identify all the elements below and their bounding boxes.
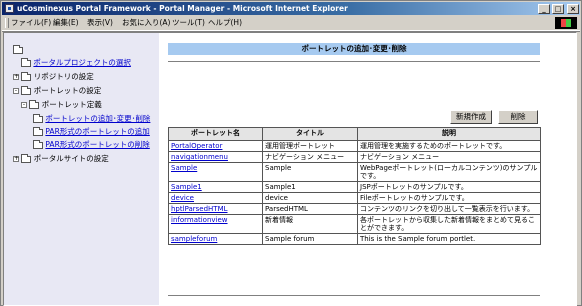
table-header-row: ポートレット名 タイトル 説明 <box>168 127 541 141</box>
folder-icon <box>33 126 43 136</box>
sidebar-item-portal-project[interactable]: ポータルプロジェクトの選択 <box>21 57 131 68</box>
table-cell: This is the Sample forum portlet. <box>357 233 541 245</box>
table-row: Sample1 Sample1 JSPポートレットのサンプルです。 <box>168 181 541 193</box>
portlet-link[interactable]: sampleforum <box>171 235 217 243</box>
sidebar-item-portlet-definition[interactable]: - ポートレット定義 <box>21 99 102 110</box>
portlet-link[interactable]: navigationmenu <box>171 153 228 161</box>
sidebar-item-label: ポートレットの設定 <box>33 86 102 95</box>
divider <box>168 61 540 62</box>
column-header-title: タイトル <box>262 127 358 141</box>
menu-bar: ファイル(F) 編集(E) 表示(V) お気に入り(A) ツール(T) ヘルプ(… <box>2 16 580 31</box>
new-button[interactable]: 新規作成 <box>450 110 492 124</box>
sidebar: ポータルプロジェクトの選択 + リポジトリの設定 - ポートレットの設定 - ポ… <box>4 33 159 305</box>
folder-icon <box>29 99 40 109</box>
browser-window: uCosminexus Portal Framework - Portal Ma… <box>0 0 582 306</box>
table-cell: device <box>168 192 263 204</box>
portlet-link[interactable]: PortalOperator <box>171 142 222 150</box>
folder-icon <box>13 44 23 54</box>
expand-icon[interactable]: + <box>13 74 19 80</box>
table-cell: PortalOperator <box>168 140 263 152</box>
table-cell: navigationmenu <box>168 151 263 163</box>
sidebar-item-label[interactable]: ポートレットの追加･変更･削除 <box>45 114 150 123</box>
sidebar-item-label: ポートレット定義 <box>41 100 102 109</box>
portlet-link[interactable]: Sample1 <box>171 183 202 191</box>
table-cell: ナビゲーション メニュー <box>357 151 541 163</box>
table-row: informationview 新着情報 各ポートレットから収集した新着情報をま… <box>168 214 541 234</box>
sidebar-item-portlet-settings[interactable]: - ポートレットの設定 <box>13 85 101 96</box>
table-row: sampleforum Sample forum This is the Sam… <box>168 233 541 245</box>
divider <box>168 295 540 296</box>
table-cell: コンテンツのリンクを切り出して一覧表示を行います。 <box>357 203 541 215</box>
table-cell: ナビゲーション メニュー <box>262 151 358 163</box>
collapse-icon[interactable]: - <box>13 88 19 94</box>
menu-view[interactable]: 表示(V) <box>87 17 113 29</box>
table-cell: Fileポートレットのサンプルです。 <box>357 192 541 204</box>
menu-file[interactable]: ファイル(F) <box>11 17 51 29</box>
portlet-link[interactable]: Sample <box>171 164 197 172</box>
table-cell: Sample forum <box>262 233 358 245</box>
table-cell: 運用管理ポートレット <box>262 140 358 152</box>
table-cell: Sample <box>168 162 263 182</box>
table-row: navigationmenu ナビゲーション メニュー ナビゲーション メニュー <box>168 151 541 163</box>
expand-icon[interactable]: + <box>13 156 19 162</box>
sidebar-item-label[interactable]: PAR形式のポートレットの削除 <box>45 140 149 149</box>
table-row: PortalOperator 運用管理ポートレット 運用管理を実施するためのポー… <box>168 140 541 152</box>
sidebar-item-label: リポジトリの設定 <box>33 72 94 81</box>
table-cell: informationview <box>168 214 263 234</box>
page-title: ポートレットの追加･変更･削除 <box>168 43 540 55</box>
portlet-link[interactable]: informationview <box>171 216 228 224</box>
sidebar-item-par-add[interactable]: PAR形式のポートレットの追加 <box>33 126 150 137</box>
menu-edit[interactable]: 編集(E) <box>53 17 79 29</box>
maximize-button[interactable]: □ <box>552 4 564 14</box>
table-cell: device <box>262 192 358 204</box>
sidebar-item-label[interactable]: PAR形式のポートレットの追加 <box>45 127 149 136</box>
table-row: hptlParsedHTML ParsedHTML コンテンツのリンクを切り出し… <box>168 203 541 215</box>
sidebar-item-portal-site[interactable]: + ポータルサイトの設定 <box>13 153 109 164</box>
table-cell: WebPageポートレット(ローカルコンテンツ)のサンプルです。 <box>357 162 541 182</box>
minimize-button[interactable]: _ <box>538 4 550 14</box>
table-cell: Sample <box>262 162 358 182</box>
table-cell: JSPポートレットのサンプルです。 <box>357 181 541 193</box>
portlet-link[interactable]: hptlParsedHTML <box>171 205 228 213</box>
windows-logo-icon <box>555 17 577 29</box>
sidebar-item-label[interactable]: ポータルプロジェクトの選択 <box>33 58 131 67</box>
main-panel: ポートレットの追加･変更･削除 新規作成 削除 ポートレット名 タイトル 説明 … <box>164 33 576 305</box>
menu-tools[interactable]: ツール(T) <box>172 17 205 29</box>
table-cell: Sample1 <box>168 181 263 193</box>
folder-icon <box>21 85 32 95</box>
folder-icon <box>21 71 32 81</box>
delete-button[interactable]: 削除 <box>498 110 538 124</box>
portlet-table: ポートレット名 タイトル 説明 PortalOperator 運用管理ポートレッ… <box>168 127 541 245</box>
folder-icon <box>33 139 43 149</box>
table-cell: 運用管理を実施するためのポートレットです。 <box>357 140 541 152</box>
menu-favorites[interactable]: お気に入り(A) <box>122 17 170 29</box>
sidebar-item-portlet-add-change-delete[interactable]: ポートレットの追加･変更･削除 <box>33 113 150 124</box>
window-title: uCosminexus Portal Framework - Portal Ma… <box>17 4 348 13</box>
column-header-description: 説明 <box>357 127 541 141</box>
sidebar-item-repository[interactable]: + リポジトリの設定 <box>13 71 94 82</box>
table-row: Sample Sample WebPageポートレット(ローカルコンテンツ)のサ… <box>168 162 541 182</box>
table-row: device device Fileポートレットのサンプルです。 <box>168 192 541 204</box>
portlet-link[interactable]: device <box>171 194 194 202</box>
table-cell: sampleforum <box>168 233 263 245</box>
table-cell: hptlParsedHTML <box>168 203 263 215</box>
table-cell: 新着情報 <box>262 214 358 234</box>
sidebar-item-label: ポータルサイトの設定 <box>33 154 109 163</box>
column-header-portlet-name: ポートレット名 <box>168 127 263 141</box>
table-cell: 各ポートレットから収集した新着情報をまとめて見ることができます。 <box>357 214 541 234</box>
folder-icon <box>21 57 31 67</box>
page-content: ポータルプロジェクトの選択 + リポジトリの設定 - ポートレットの設定 - ポ… <box>3 32 577 306</box>
sidebar-item-par-delete[interactable]: PAR形式のポートレットの削除 <box>33 139 150 150</box>
tree-root <box>13 44 23 54</box>
app-icon <box>5 4 14 13</box>
open-folder-icon <box>33 113 43 123</box>
table-cell: ParsedHTML <box>262 203 358 215</box>
folder-icon <box>21 153 32 163</box>
collapse-icon[interactable]: - <box>21 102 27 108</box>
menu-help[interactable]: ヘルプ(H) <box>208 17 242 29</box>
close-button[interactable]: × <box>567 4 579 14</box>
title-bar: uCosminexus Portal Framework - Portal Ma… <box>2 2 580 15</box>
toolbar-grip[interactable] <box>5 18 9 28</box>
table-cell: Sample1 <box>262 181 358 193</box>
